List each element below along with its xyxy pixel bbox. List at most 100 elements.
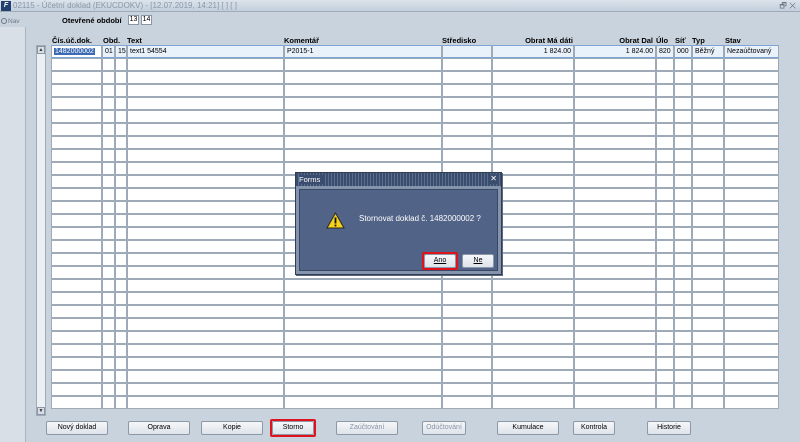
table-cell[interactable] xyxy=(656,136,674,149)
table-cell[interactable] xyxy=(574,110,656,123)
table-row[interactable]: 1482000002 01 15 text1 54554 P2015-1 1 8… xyxy=(51,45,779,58)
table-cell[interactable] xyxy=(574,58,656,71)
table-cell[interactable] xyxy=(674,84,692,97)
table-cell[interactable] xyxy=(674,214,692,227)
table-row[interactable] xyxy=(51,110,779,123)
period-value-1[interactable]: 13 xyxy=(128,15,139,25)
table-cell[interactable] xyxy=(724,58,779,71)
table-cell[interactable] xyxy=(492,227,574,240)
table-cell[interactable] xyxy=(692,396,724,409)
cell-center[interactable] xyxy=(442,45,492,58)
table-cell[interactable] xyxy=(492,253,574,266)
table-cell[interactable] xyxy=(102,188,115,201)
table-cell[interactable] xyxy=(492,370,574,383)
table-row[interactable] xyxy=(51,279,779,292)
table-cell[interactable] xyxy=(724,305,779,318)
table-cell[interactable] xyxy=(656,201,674,214)
table-cell[interactable] xyxy=(127,227,284,240)
table-cell[interactable] xyxy=(674,292,692,305)
table-cell[interactable] xyxy=(724,123,779,136)
table-cell[interactable] xyxy=(442,97,492,110)
table-cell[interactable] xyxy=(284,110,442,123)
table-cell[interactable] xyxy=(656,357,674,370)
period-value-2[interactable]: 14 xyxy=(141,15,152,25)
table-cell[interactable] xyxy=(284,71,442,84)
table-cell[interactable] xyxy=(284,305,442,318)
table-cell[interactable] xyxy=(656,253,674,266)
table-cell[interactable] xyxy=(692,305,724,318)
table-cell[interactable] xyxy=(51,344,102,357)
table-row[interactable] xyxy=(51,123,779,136)
table-cell[interactable] xyxy=(656,292,674,305)
table-cell[interactable] xyxy=(442,396,492,409)
table-cell[interactable] xyxy=(127,383,284,396)
table-cell[interactable] xyxy=(574,162,656,175)
table-cell[interactable] xyxy=(115,123,127,136)
new-document-button[interactable]: Nový doklad xyxy=(46,421,108,435)
table-cell[interactable] xyxy=(51,318,102,331)
table-cell[interactable] xyxy=(656,305,674,318)
table-cell[interactable] xyxy=(692,97,724,110)
table-cell[interactable] xyxy=(115,279,127,292)
table-cell[interactable] xyxy=(115,162,127,175)
table-cell[interactable] xyxy=(724,279,779,292)
table-cell[interactable] xyxy=(674,331,692,344)
table-cell[interactable] xyxy=(51,266,102,279)
table-cell[interactable] xyxy=(442,71,492,84)
table-cell[interactable] xyxy=(115,149,127,162)
table-cell[interactable] xyxy=(284,292,442,305)
table-cell[interactable] xyxy=(115,97,127,110)
table-cell[interactable] xyxy=(724,331,779,344)
table-cell[interactable] xyxy=(284,149,442,162)
table-cell[interactable] xyxy=(574,318,656,331)
table-cell[interactable] xyxy=(102,292,115,305)
edit-button[interactable]: Oprava xyxy=(128,421,190,435)
table-cell[interactable] xyxy=(574,396,656,409)
table-cell[interactable] xyxy=(115,84,127,97)
table-cell[interactable] xyxy=(692,201,724,214)
table-cell[interactable] xyxy=(674,162,692,175)
table-cell[interactable] xyxy=(51,201,102,214)
table-cell[interactable] xyxy=(51,331,102,344)
table-cell[interactable] xyxy=(724,396,779,409)
table-cell[interactable] xyxy=(492,110,574,123)
table-cell[interactable] xyxy=(102,162,115,175)
table-cell[interactable] xyxy=(692,292,724,305)
table-cell[interactable] xyxy=(674,71,692,84)
table-cell[interactable] xyxy=(692,84,724,97)
table-cell[interactable] xyxy=(724,162,779,175)
table-cell[interactable] xyxy=(692,136,724,149)
table-cell[interactable] xyxy=(284,331,442,344)
table-cell[interactable] xyxy=(492,149,574,162)
table-cell[interactable] xyxy=(102,227,115,240)
table-cell[interactable] xyxy=(674,149,692,162)
table-cell[interactable] xyxy=(102,370,115,383)
table-cell[interactable] xyxy=(674,123,692,136)
control-button[interactable]: Kontrola xyxy=(573,421,615,435)
table-cell[interactable] xyxy=(115,136,127,149)
cell-md[interactable]: 1 824.00 xyxy=(492,45,574,58)
window-controls[interactable]: 🗗 ✕ xyxy=(779,0,796,12)
table-cell[interactable] xyxy=(492,344,574,357)
table-cell[interactable] xyxy=(127,201,284,214)
table-cell[interactable] xyxy=(724,253,779,266)
table-cell[interactable] xyxy=(284,357,442,370)
table-cell[interactable] xyxy=(574,370,656,383)
table-cell[interactable] xyxy=(656,240,674,253)
table-cell[interactable] xyxy=(656,318,674,331)
table-cell[interactable] xyxy=(127,318,284,331)
cell-sit[interactable]: 000 xyxy=(674,45,692,58)
table-cell[interactable] xyxy=(102,357,115,370)
table-cell[interactable] xyxy=(51,71,102,84)
table-cell[interactable] xyxy=(115,71,127,84)
table-cell[interactable] xyxy=(674,344,692,357)
table-cell[interactable] xyxy=(127,331,284,344)
table-cell[interactable] xyxy=(656,123,674,136)
table-cell[interactable] xyxy=(724,370,779,383)
table-cell[interactable] xyxy=(284,370,442,383)
table-cell[interactable] xyxy=(574,136,656,149)
close-icon[interactable]: ✕ xyxy=(489,174,498,184)
cumulation-button[interactable]: Kumulace xyxy=(497,421,559,435)
table-cell[interactable] xyxy=(692,227,724,240)
table-cell[interactable] xyxy=(102,201,115,214)
